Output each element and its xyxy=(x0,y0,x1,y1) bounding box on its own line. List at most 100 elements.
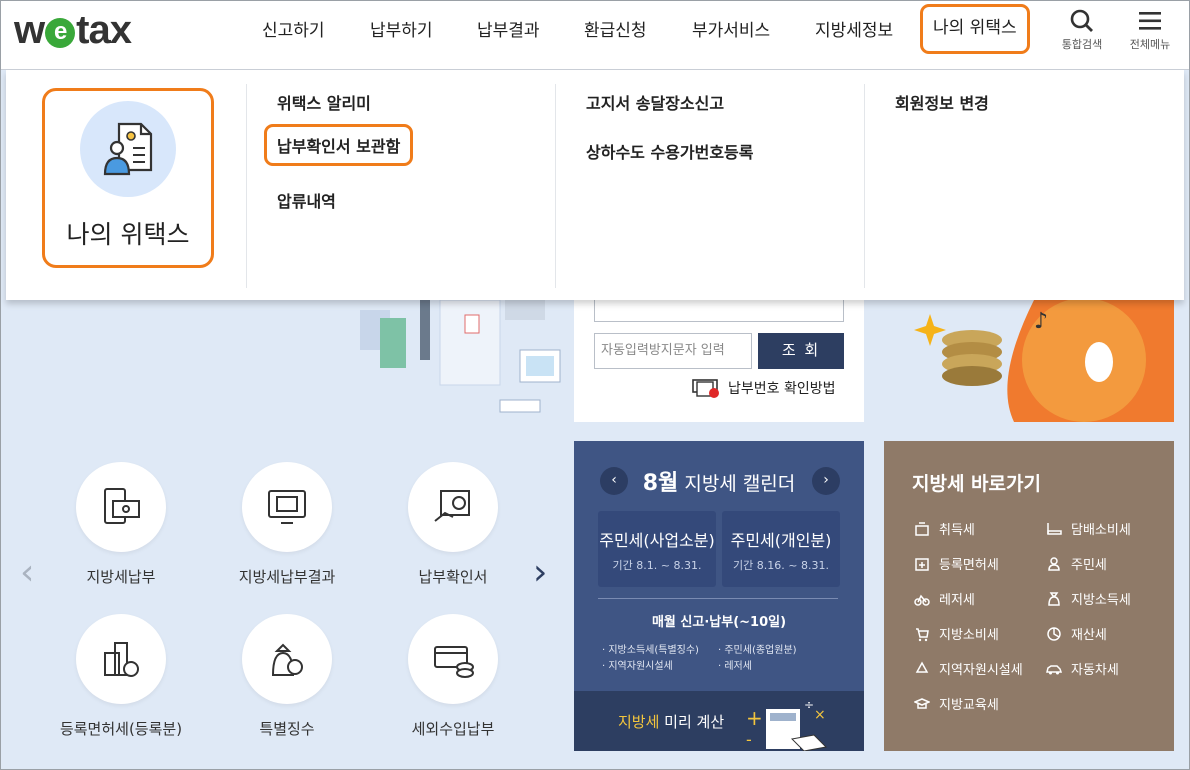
shortcut-resident-tax[interactable]: 주민세 xyxy=(1046,554,1107,573)
nav-file-report[interactable]: 신고하기 xyxy=(262,16,325,41)
nav-pay[interactable]: 납부하기 xyxy=(370,16,433,41)
nav-local-tax-info[interactable]: 지방세정보 xyxy=(815,16,893,41)
local-tax-shortcuts: 지방세 바로가기 취득세 등록면허세 레저세 지방소비세 지역자원시설세 지방교… xyxy=(884,441,1174,751)
shortcut-label: 지방교육세 xyxy=(939,698,999,713)
service-payment-confirmation[interactable]: 납부확인서 xyxy=(368,462,538,587)
bill-alert-icon xyxy=(692,379,719,398)
shortcut-acquisition-tax[interactable]: 취득세 xyxy=(914,519,975,538)
car-icon xyxy=(1046,664,1062,674)
money-bag-icon xyxy=(271,643,303,676)
service-label: 등록면허세(등록분) xyxy=(59,720,183,738)
confirm-method-link[interactable]: 납부번호 확인방법 xyxy=(692,378,836,398)
phone-card-icon xyxy=(104,488,140,524)
shortcut-label: 취득세 xyxy=(939,523,975,538)
menu-seizure-history[interactable]: 압류내역 xyxy=(277,188,336,212)
tax-calculator-button[interactable]: 지방세 미리 계산 + - ÷ × xyxy=(574,691,864,751)
shortcut-local-education-tax[interactable]: 지방교육세 xyxy=(914,694,999,713)
feature-icon-bg xyxy=(80,101,176,197)
column-divider xyxy=(555,84,556,288)
menu-member-info-change[interactable]: 회원정보 변경 xyxy=(895,90,989,114)
confirm-method-label: 납부번호 확인방법 xyxy=(728,381,836,397)
integrated-search-button[interactable]: 통합검색 xyxy=(1054,8,1110,52)
my-wetax-feature[interactable]: 나의 위택스 xyxy=(42,88,214,268)
monthly-item: · 지방소득세(특별징수) xyxy=(602,645,699,656)
calendar-next-button[interactable]: › xyxy=(812,467,840,495)
calculator-icon: + - ÷ × xyxy=(746,698,828,751)
wetax-logo[interactable]: w e tax xyxy=(14,8,132,52)
calendar-item-name: 주민세(개인분) xyxy=(730,531,832,550)
service-label: 지방세납부 xyxy=(86,568,156,586)
nav-pay-result[interactable]: 납부결과 xyxy=(477,16,540,41)
calendar-item-period: 기간 8.16. ~ 8.31. xyxy=(733,559,829,572)
service-registration-license-tax[interactable]: 등록면허세(등록분) xyxy=(36,614,206,739)
shortcut-leisure-tax[interactable]: 레저세 xyxy=(914,589,975,608)
pie-icon xyxy=(1047,626,1061,641)
calculator-rest: 미리 계산 xyxy=(659,713,725,731)
carousel-prev-button[interactable]: ‹ xyxy=(20,552,34,593)
mascot-illustration: ♪ xyxy=(914,300,1174,422)
menu-payment-certificate-storage[interactable]: 납부확인서 보관함 xyxy=(264,124,414,166)
monthly-item: · 지역자원시설세 xyxy=(602,661,673,672)
shortcut-registration-license-tax[interactable]: 등록면허세 xyxy=(914,554,999,573)
monthly-item: · 주민세(종업원분) xyxy=(718,645,797,656)
shortcut-vehicle-tax[interactable]: 자동차세 xyxy=(1046,659,1119,678)
payment-lookup-panel: 자동입력방지문자 입력 조 회 납부번호 확인방법 xyxy=(574,298,864,422)
local-tax-calendar: ‹ 8월 지방세 캘린더 › 주민세(사업소분) 기간 8.1. ~ 8.31.… xyxy=(574,441,864,751)
graduation-cap-icon xyxy=(914,697,930,709)
service-special-collection[interactable]: 특별징수 xyxy=(202,614,372,739)
column-divider xyxy=(246,84,247,288)
shortcut-label: 담배소비세 xyxy=(1071,523,1131,538)
card-coins-icon xyxy=(434,646,474,678)
all-menu-button[interactable]: 전체메뉴 xyxy=(1122,8,1178,52)
cart-icon xyxy=(916,627,929,641)
shortcut-tobacco-tax[interactable]: 담배소비세 xyxy=(1046,519,1131,538)
service-label: 납부확인서 xyxy=(418,568,488,586)
shortcut-property-tax[interactable]: 재산세 xyxy=(1046,624,1107,643)
service-label: 세외수입납부 xyxy=(411,720,495,738)
shortcuts-title: 지방세 바로가기 xyxy=(912,473,1041,495)
captcha-input[interactable]: 자동입력방지문자 입력 xyxy=(594,333,752,369)
top-header: w e tax 신고하기 납부하기 납부결과 환급신청 부가서비스 지방세정보 나의… xyxy=(0,0,1190,70)
svg-text:♪: ♪ xyxy=(1034,309,1048,334)
calculator-highlight: 지방세 xyxy=(618,713,660,731)
column-divider xyxy=(864,84,865,288)
menu-bill-delivery-address[interactable]: 고지서 송달장소신고 xyxy=(586,90,724,114)
recycle-icon xyxy=(915,660,929,673)
shortcut-local-consumption-tax[interactable]: 지방소비세 xyxy=(914,624,999,643)
calendar-item[interactable]: 주민세(개인분) 기간 8.16. ~ 8.31. xyxy=(722,511,840,587)
nav-extra-services[interactable]: 부가서비스 xyxy=(692,16,770,41)
building-coin-icon xyxy=(104,642,139,677)
lookup-input-partial[interactable] xyxy=(594,298,844,322)
menu-water-customer-number[interactable]: 상하수도 수용가번호등록 xyxy=(586,139,754,163)
plus-box-icon xyxy=(915,557,929,571)
service-local-tax-result[interactable]: 지방세납부결과 xyxy=(202,462,372,587)
house-icon xyxy=(915,521,929,536)
monthly-item: · 레저세 xyxy=(718,661,752,672)
cigarette-icon xyxy=(1047,522,1062,535)
calendar-title-suffix: 지방세 캘린더 xyxy=(684,473,796,495)
shortcut-label: 주민세 xyxy=(1071,558,1107,573)
shortcut-label: 지방소비세 xyxy=(939,628,999,643)
service-non-tax-revenue[interactable]: 세외수입납부 xyxy=(368,614,538,739)
shortcut-local-income-tax[interactable]: 지방소득세 xyxy=(1046,589,1131,608)
shortcut-label: 레저세 xyxy=(939,593,975,608)
menu-wetax-notifier[interactable]: 위택스 알리미 xyxy=(277,90,371,114)
shortcut-label: 재산세 xyxy=(1071,628,1107,643)
service-local-tax-payment[interactable]: 지방세납부 xyxy=(36,462,206,587)
city-illustration xyxy=(360,300,561,413)
shortcut-label: 자동차세 xyxy=(1071,663,1119,678)
calendar-divider xyxy=(598,598,838,599)
monthly-title: 매월 신고·납부(~10일) xyxy=(651,615,787,630)
shortcut-label: 지방소득세 xyxy=(1071,593,1131,608)
shortcut-regional-resource-tax[interactable]: 지역자원시설세 xyxy=(914,659,1023,678)
nav-my-wetax[interactable]: 나의 위택스 xyxy=(920,4,1030,54)
lookup-button[interactable]: 조 회 xyxy=(758,333,844,369)
calendar-month: 8월 xyxy=(642,471,679,496)
promo-banner[interactable]: ♪ xyxy=(884,300,1174,422)
nav-refund[interactable]: 환급신청 xyxy=(584,16,647,41)
shortcut-label: 등록면허세 xyxy=(939,558,999,573)
monitor-folder-icon xyxy=(268,490,306,524)
my-wetax-mega-menu: 나의 위택스 위택스 알리미 납부확인서 보관함 압류내역 고지서 송달장소신고… xyxy=(6,57,1184,300)
calendar-item-name: 주민세(사업소분) xyxy=(599,531,715,550)
calendar-item[interactable]: 주민세(사업소분) 기간 8.1. ~ 8.31. xyxy=(598,511,716,587)
